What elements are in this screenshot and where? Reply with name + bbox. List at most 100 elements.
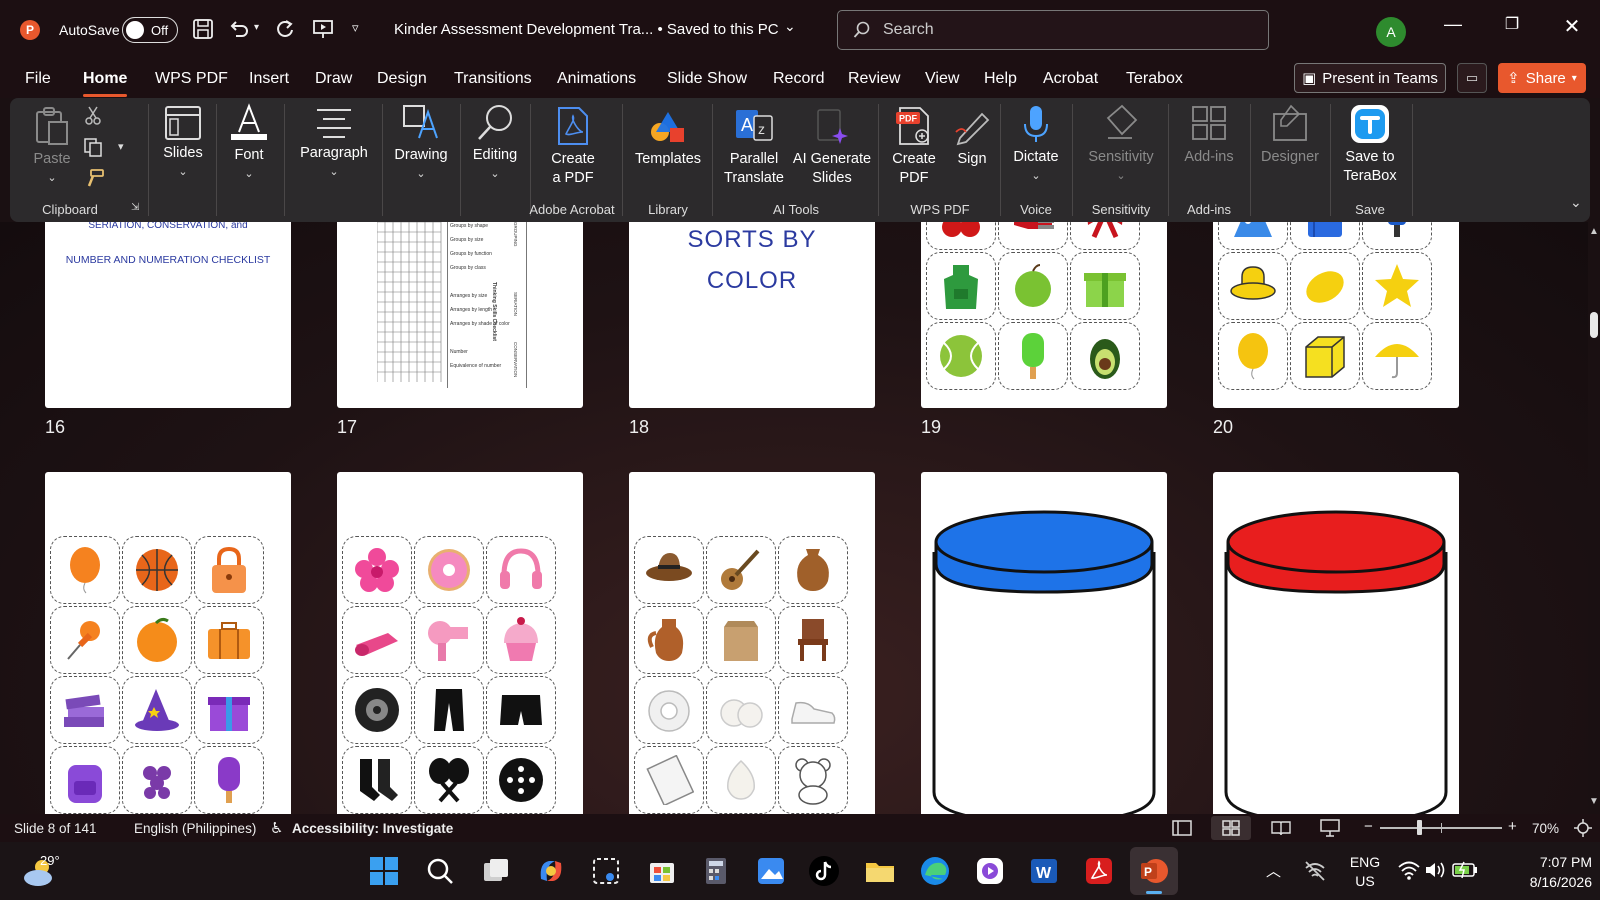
task-view-icon[interactable] [480,855,512,887]
slide-thumbnail-23[interactable] [629,472,875,814]
volume-icon[interactable] [1424,860,1446,880]
calculator-icon[interactable] [700,855,732,887]
ai-generate-slides-button[interactable]: AI Generate Slides [790,106,874,188]
wifi-icon[interactable] [1398,860,1420,880]
zoom-slider-thumb[interactable] [1417,820,1422,835]
tab-animations[interactable]: Animations [557,70,636,88]
clock-date[interactable]: 8/16/2026 [1502,873,1592,892]
show-hidden-icons-chevron[interactable]: ︿ [1266,860,1281,881]
copy-dropdown-icon[interactable]: ▾ [118,140,124,153]
scroll-down-icon[interactable]: ▼ [1589,796,1599,807]
copy-icon[interactable] [83,137,103,157]
input-language-region[interactable]: US [1348,872,1382,891]
slide-sorter-view-button[interactable] [1211,816,1251,840]
scrollbar-thumb[interactable] [1590,312,1598,338]
add-ins-button[interactable]: Add-ins [1174,104,1244,167]
restore-icon[interactable]: ❐ [1497,14,1527,34]
customize-toolbar-icon[interactable]: ▿ [352,20,359,36]
slide-thumbnail-25[interactable] [1213,472,1459,814]
comments-button[interactable]: ▭ [1457,63,1487,93]
network-off-icon[interactable] [1304,860,1326,882]
sensitivity-button[interactable]: Sensitivity ⌄ [1076,104,1166,186]
save-icon[interactable] [192,18,214,40]
slide-thumbnail-17[interactable]: Groups by shape Groups by size Groups by… [337,222,583,408]
font-button[interactable]: Font ⌄ [222,102,276,184]
tab-view[interactable]: View [925,70,959,88]
paste-button[interactable]: Paste ⌄ [32,106,72,188]
account-avatar[interactable]: A [1376,17,1406,47]
tab-transitions[interactable]: Transitions [454,70,532,88]
redo-icon[interactable] [274,18,296,40]
collapse-ribbon-icon[interactable]: ⌄ [1570,194,1582,211]
drawing-button[interactable]: Drawing ⌄ [388,102,454,184]
tab-home[interactable]: Home [83,70,128,97]
editing-button[interactable]: Editing ⌄ [466,102,524,184]
clock-time[interactable]: 7:07 PM [1502,853,1592,872]
templates-button[interactable]: Templates [630,106,706,169]
undo-icon[interactable] [228,18,250,40]
slide-thumbnail-22[interactable] [337,472,583,814]
tab-insert[interactable]: Insert [249,70,289,88]
accessibility-icon[interactable]: ♿ [270,819,283,837]
undo-dropdown-icon[interactable]: ▾ [254,22,259,33]
document-title[interactable]: Kinder Assessment Development Tra... • S… [394,21,779,38]
save-to-terabox-button[interactable]: Save to TeraBox [1334,104,1406,186]
designer-button[interactable]: Designer [1256,104,1324,167]
cut-icon[interactable] [84,106,102,126]
tiktok-icon[interactable] [808,855,840,887]
tab-file[interactable]: File [25,70,51,88]
vertical-scrollbar[interactable]: ▲ ▼ [1588,222,1600,814]
zoom-out-icon[interactable]: − [1364,818,1373,835]
adobe-acrobat-icon[interactable] [1083,855,1115,887]
minimize-icon[interactable]: — [1438,14,1468,35]
tab-slide-show[interactable]: Slide Show [667,70,747,88]
title-chevron-down-icon[interactable]: ⌄ [784,18,796,35]
tab-wps-pdf[interactable]: WPS PDF [155,70,228,88]
tab-design[interactable]: Design [377,70,427,88]
word-icon[interactable]: W [1028,855,1060,887]
taskbar-search-icon[interactable] [424,855,456,887]
share-button[interactable]: ⇪ Share ▾ [1498,63,1586,93]
powerpoint-taskbar-active[interactable]: P [1130,847,1178,895]
slideshow-view-icon[interactable] [1320,819,1340,837]
tab-record[interactable]: Record [773,70,825,88]
slide-thumbnail-16[interactable]: SERIATION, CONSERVATION, and NUMBER AND … [45,222,291,408]
weather-temperature[interactable]: 29° [40,853,60,868]
battery-charging-icon[interactable] [1452,861,1478,879]
paragraph-button[interactable]: Paragraph ⌄ [291,106,377,182]
fit-to-window-icon[interactable] [1574,819,1592,837]
photos-icon[interactable] [755,855,787,887]
windows-start-icon[interactable] [368,855,400,887]
parallel-translate-button[interactable]: Az Parallel Translate [718,106,790,188]
edge-browser-icon[interactable] [919,855,951,887]
copilot-icon[interactable] [535,855,567,887]
autosave-toggle[interactable]: Off [122,17,178,43]
sign-button[interactable]: Sign [948,106,996,169]
zoom-level[interactable]: 70% [1532,821,1559,836]
accessibility-status[interactable]: Accessibility: Investigate [292,821,453,836]
zoom-in-icon[interactable]: + [1508,818,1517,835]
slide-thumbnail-20[interactable] [1213,222,1459,408]
present-in-teams-button[interactable]: ▣ Present in Teams [1294,63,1446,93]
tab-terabox[interactable]: Terabox [1126,70,1183,88]
tab-acrobat[interactable]: Acrobat [1043,70,1098,88]
file-explorer-icon[interactable] [864,855,896,887]
present-from-start-icon[interactable] [312,18,334,40]
format-painter-icon[interactable] [83,168,105,188]
snipping-tool-icon[interactable] [590,855,622,887]
slides-button[interactable]: Slides ⌄ [156,106,210,182]
slide-thumbnail-19[interactable] [921,222,1167,408]
close-icon[interactable]: ✕ [1557,14,1587,39]
wps-create-pdf-button[interactable]: PDF Create PDF [882,106,946,188]
tab-review[interactable]: Review [848,70,900,88]
normal-view-icon[interactable] [1172,820,1192,836]
slide-thumbnail-21[interactable] [45,472,291,814]
search-box[interactable]: Search [837,10,1269,50]
media-app-icon[interactable] [974,855,1006,887]
tab-help[interactable]: Help [984,70,1017,88]
language-indicator[interactable]: English (Philippines) [134,821,256,836]
dictate-button[interactable]: Dictate ⌄ [1008,104,1064,186]
clipboard-launcher-icon[interactable]: ⇲ [131,202,139,213]
scroll-up-icon[interactable]: ▲ [1589,226,1599,237]
slide-thumbnail-18[interactable]: SORTS BY COLOR [629,222,875,408]
